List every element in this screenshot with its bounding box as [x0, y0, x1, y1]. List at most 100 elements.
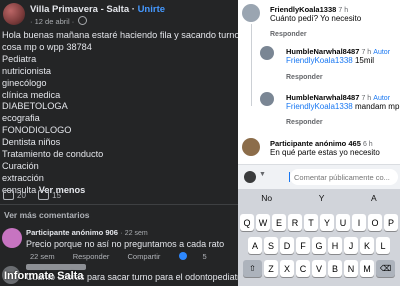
- avatar[interactable]: [260, 92, 274, 106]
- comment-item: HumbleNarwhal8487 7 h Autor FriendlyKoal…: [286, 47, 390, 65]
- mention-link[interactable]: FriendlyKoala1338: [286, 102, 353, 111]
- post-line: nutricionista: [2, 65, 52, 76]
- suggestion-item[interactable]: No: [261, 193, 272, 203]
- comment-time: 22 sem: [124, 230, 148, 237]
- key-i[interactable]: I: [352, 214, 366, 231]
- share-button[interactable]: Compartir: [128, 252, 161, 261]
- like-icon: [178, 252, 187, 260]
- reply-button[interactable]: Responder: [270, 31, 307, 38]
- key-f[interactable]: F: [296, 237, 310, 254]
- comment-count[interactable]: 20: [3, 190, 26, 200]
- key-b[interactable]: B: [328, 260, 342, 277]
- suggestion-bar: No Y A: [238, 189, 400, 207]
- keyboard-row-3: ⇧ Z X C V B N M ⌫: [238, 260, 400, 277]
- post-line: clínica medica: [2, 89, 61, 100]
- key-u[interactable]: U: [336, 214, 350, 231]
- post-line: extracción: [2, 172, 44, 183]
- like-count: 5: [178, 252, 223, 261]
- key-w[interactable]: W: [256, 214, 270, 231]
- comment-text: mandam mp 3875: [354, 102, 400, 111]
- key-j[interactable]: J: [344, 237, 358, 254]
- comment-age: 22 sem: [30, 252, 55, 261]
- comment-thread-panel: FriendlyKoala1338 7 h Cuánto pedí? Yo ne…: [238, 0, 400, 286]
- key-t[interactable]: T: [304, 214, 318, 231]
- join-group-link[interactable]: Unirte: [138, 4, 165, 15]
- comment-item: FriendlyKoala1338 7 h Cuánto pedí? Yo ne…: [270, 5, 361, 23]
- comment-composer: ▼: [238, 164, 400, 189]
- post-line: cosa mp o wpp 38784: [2, 41, 92, 52]
- group-name-line: Villa Primavera - Salta · Unirte: [30, 4, 166, 15]
- share-icon: [38, 190, 50, 200]
- post-line: Hola buenas mañana estaré haciendo fila …: [2, 30, 238, 40]
- comment-author[interactable]: HumbleNarwhal8487: [286, 47, 359, 56]
- key-v[interactable]: V: [312, 260, 326, 277]
- key-x[interactable]: X: [280, 260, 294, 277]
- comment-actions: 22 sem Responder Compartir 5: [30, 252, 238, 261]
- post-line: FONODIOLOGO: [2, 125, 72, 136]
- key-z[interactable]: Z: [264, 260, 278, 277]
- key-h[interactable]: H: [328, 237, 342, 254]
- watermark: Informate Salta: [4, 270, 84, 282]
- post-date[interactable]: 12 de abril: [35, 17, 70, 26]
- post-line: DIABETOLOGA: [2, 101, 68, 112]
- key-p[interactable]: P: [384, 214, 398, 231]
- comment-author[interactable]: HumbleNarwhal8487: [286, 93, 359, 102]
- key-e[interactable]: E: [272, 214, 286, 231]
- key-r[interactable]: R: [288, 214, 302, 231]
- key-d[interactable]: D: [280, 237, 294, 254]
- on-screen-keyboard: No Y A Q W E R T Y U I O P A S D F G H J…: [238, 189, 400, 286]
- post-line: Dentista niños: [2, 137, 61, 148]
- key-y[interactable]: Y: [320, 214, 334, 231]
- mention-link[interactable]: FriendlyKoala1338: [286, 56, 353, 65]
- comment-time: 7 h: [361, 95, 372, 102]
- post-line: Pediatra: [2, 53, 37, 64]
- keyboard-row-1: Q W E R T Y U I O P: [238, 214, 400, 231]
- avatar[interactable]: [242, 138, 260, 156]
- comment-time: 7 h: [338, 7, 349, 14]
- comment-time: 7 h: [361, 49, 372, 56]
- avatar[interactable]: [244, 171, 256, 183]
- backspace-key-icon[interactable]: ⌫: [376, 260, 395, 277]
- comment-time: 6 h: [362, 141, 373, 148]
- author-badge: Autor: [373, 95, 391, 102]
- keyboard-row-2: A S D F G H J K L: [238, 237, 400, 254]
- reply-button[interactable]: Responder: [73, 252, 110, 261]
- avatar[interactable]: [260, 46, 274, 60]
- comment-author[interactable]: FriendlyKoala1338: [270, 5, 336, 14]
- post-meta: · 12 de abril ·: [30, 16, 88, 26]
- key-a[interactable]: A: [248, 237, 262, 254]
- key-o[interactable]: O: [368, 214, 382, 231]
- key-n[interactable]: N: [344, 260, 358, 277]
- comment-item: Participante anónimo 465 6 h En qué part…: [270, 139, 380, 157]
- thread-line: [251, 24, 252, 106]
- key-m[interactable]: M: [360, 260, 374, 277]
- key-g[interactable]: G: [312, 237, 326, 254]
- group-avatar[interactable]: [3, 3, 25, 25]
- post-line: ginecólogo: [2, 77, 47, 88]
- group-post-panel: Villa Primavera - Salta · Unirte · 12 de…: [0, 0, 238, 286]
- comment-author[interactable]: Participante anónimo 465: [270, 139, 361, 148]
- comment-input[interactable]: [290, 169, 398, 185]
- avatar[interactable]: [242, 4, 260, 22]
- comment-author[interactable]: Participante anónimo 906: [26, 228, 118, 237]
- suggestion-item[interactable]: A: [371, 193, 377, 203]
- reply-button[interactable]: Responder: [286, 74, 323, 81]
- key-q[interactable]: Q: [240, 214, 254, 231]
- post-line: ecografia: [2, 113, 40, 124]
- comment-text: Precio porque no así no preguntamos a ca…: [26, 239, 225, 249]
- shift-key-icon[interactable]: ⇧: [243, 260, 262, 277]
- chevron-down-icon[interactable]: ▼: [259, 171, 266, 178]
- suggestion-item[interactable]: Y: [319, 193, 325, 203]
- key-c[interactable]: C: [296, 260, 310, 277]
- comment-icon: [3, 190, 14, 200]
- group-name[interactable]: Villa Primavera - Salta: [30, 4, 129, 15]
- reply-button[interactable]: Responder: [286, 119, 323, 126]
- share-count[interactable]: 15: [38, 190, 61, 200]
- globe-icon: [78, 16, 88, 25]
- divider: [0, 204, 238, 205]
- key-l[interactable]: L: [376, 237, 390, 254]
- more-comments-link[interactable]: Ver más comentarios: [4, 210, 90, 220]
- key-k[interactable]: K: [360, 237, 374, 254]
- avatar[interactable]: [2, 228, 22, 248]
- key-s[interactable]: S: [264, 237, 278, 254]
